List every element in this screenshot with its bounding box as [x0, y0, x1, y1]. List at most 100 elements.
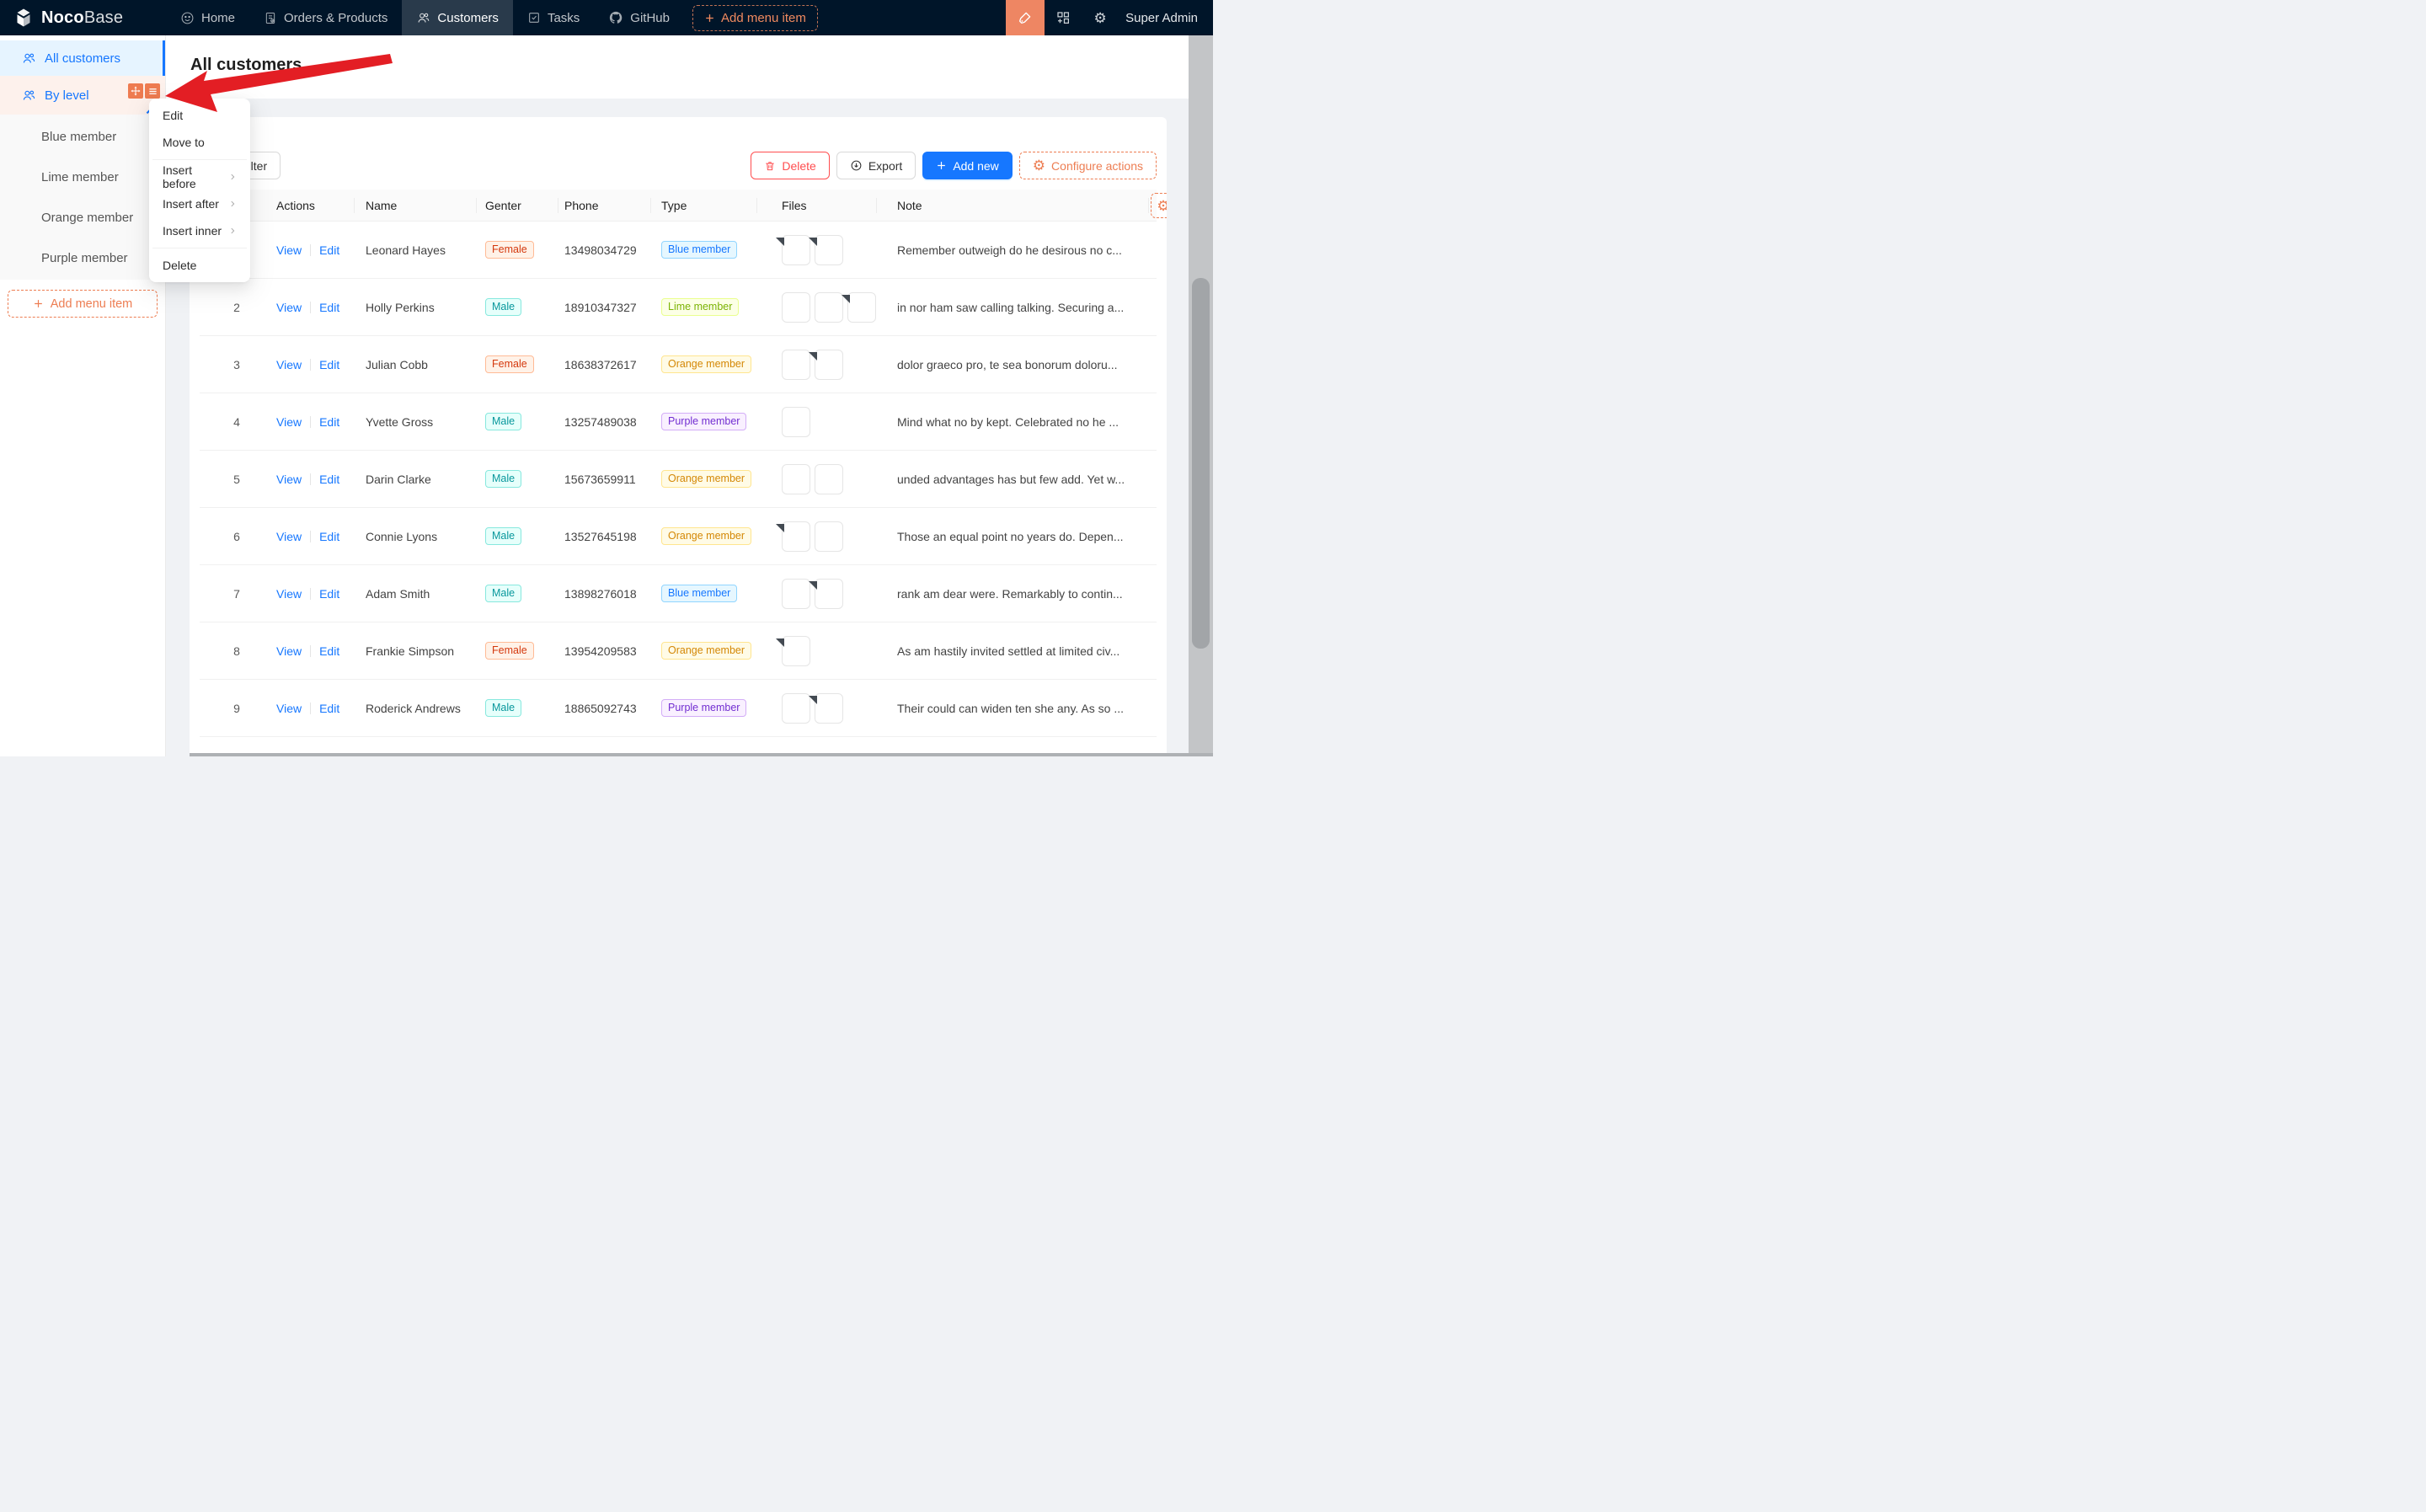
sidebar-item-lime-member[interactable]: Lime member — [0, 157, 165, 197]
column-header-actions[interactable]: Actions — [274, 190, 354, 222]
edit-link[interactable]: Edit — [319, 530, 339, 543]
pdf-file-icon[interactable] — [815, 579, 843, 609]
delete-button[interactable]: Delete — [751, 152, 829, 179]
doc-file-icon[interactable]: DOC — [815, 235, 843, 265]
sidebar-item-purple-member[interactable]: Purple member — [0, 238, 165, 278]
gender-badge: Female — [485, 642, 534, 660]
row-index-cell: 8 — [200, 644, 274, 658]
image-attachment-thumbnail[interactable] — [782, 292, 810, 323]
vertical-scrollbar[interactable] — [1189, 35, 1213, 756]
edit-link[interactable]: Edit — [319, 473, 339, 486]
image-attachment-thumbnail[interactable] — [815, 521, 843, 552]
edit-link[interactable]: Edit — [319, 415, 339, 429]
view-link[interactable]: View — [276, 415, 302, 429]
sidebar-item-orange-member[interactable]: Orange member — [0, 197, 165, 238]
pdf-file-icon[interactable] — [782, 235, 810, 265]
member-type-badge: Blue member — [661, 241, 737, 259]
view-link[interactable]: View — [276, 587, 302, 601]
plugin-manager-button[interactable] — [1045, 0, 1082, 35]
context-menu-item-delete[interactable]: Delete — [152, 252, 247, 279]
doc-file-icon[interactable]: DOC — [815, 693, 843, 724]
row-index: 9 — [233, 702, 240, 715]
vertical-scrollbar-thumb[interactable] — [1192, 278, 1210, 649]
gender-badge: Female — [485, 241, 534, 259]
nav-item-customers[interactable]: Customers — [402, 0, 513, 35]
action-divider — [310, 359, 311, 371]
image-attachment-thumbnail[interactable] — [782, 350, 810, 380]
edit-link[interactable]: Edit — [319, 358, 339, 371]
nav-item-orders-products[interactable]: Orders & Products — [249, 0, 402, 35]
configure-actions-button[interactable]: ⚙ Configure actions — [1019, 152, 1157, 179]
menu-designer-button[interactable] — [145, 83, 160, 99]
edit-link[interactable]: Edit — [319, 301, 339, 314]
note-cell: Their could can widen ten she any. As so… — [876, 702, 1148, 715]
column-header-files[interactable]: Files — [756, 190, 876, 222]
image-attachment-thumbnail[interactable] — [782, 693, 810, 724]
nav-item-label: Orders & Products — [284, 11, 387, 25]
view-link[interactable]: View — [276, 358, 302, 371]
phone-cell: 18638372617 — [558, 358, 650, 371]
image-attachment-thumbnail[interactable] — [782, 464, 810, 494]
row-index-cell: 2 — [200, 301, 274, 314]
pdf-file-icon[interactable] — [782, 521, 810, 552]
action-divider — [310, 473, 311, 485]
context-menu-item-insert-inner[interactable]: Insert inner — [152, 217, 247, 244]
user-menu[interactable]: Super Admin — [1119, 0, 1213, 35]
image-attachment-thumbnail[interactable] — [782, 407, 810, 437]
view-link[interactable]: View — [276, 530, 302, 543]
context-menu-item-label: Insert inner — [163, 224, 222, 238]
add-new-button[interactable]: Add new — [922, 152, 1012, 179]
horizontal-scrollbar[interactable] — [190, 753, 1213, 756]
edit-link[interactable]: Edit — [319, 644, 339, 658]
table-row: 2ViewEditHolly PerkinsMale18910347327Lim… — [200, 279, 1157, 336]
nocobase-logo-icon — [13, 8, 34, 28]
export-button[interactable]: Export — [836, 152, 916, 179]
column-header-type[interactable]: Type — [650, 190, 756, 222]
view-link[interactable]: View — [276, 644, 302, 658]
gender-badge: Male — [485, 470, 521, 488]
image-attachment-thumbnail[interactable] — [815, 292, 843, 323]
view-link[interactable]: View — [276, 301, 302, 314]
image-attachment-thumbnail[interactable] — [782, 579, 810, 609]
pdf-file-icon[interactable] — [815, 350, 843, 380]
settings-button[interactable]: ⚙ — [1082, 0, 1119, 35]
table-row: 4ViewEditYvette GrossMale13257489038Purp… — [200, 393, 1157, 451]
type-cell: Blue member — [650, 241, 756, 259]
context-menu-item-move-to[interactable]: Move to — [152, 129, 247, 156]
configure-columns-button[interactable]: ⚙ — [1151, 193, 1167, 218]
column-header-genter[interactable]: Genter — [476, 190, 558, 222]
row-index: 2 — [233, 301, 240, 314]
column-header-phone[interactable]: Phone — [558, 190, 650, 222]
pdf-file-icon[interactable] — [782, 636, 810, 666]
column-header-name[interactable]: Name — [354, 190, 476, 222]
nav-item-github[interactable]: GitHub — [594, 0, 684, 35]
view-link[interactable]: View — [276, 473, 302, 486]
doc-file-icon[interactable]: DOC — [847, 292, 876, 323]
context-menu-item-label: Delete — [163, 259, 196, 272]
edit-link[interactable]: Edit — [319, 587, 339, 601]
nav-item-home[interactable]: Home — [166, 0, 249, 35]
action-divider — [310, 302, 311, 313]
context-menu-item-edit[interactable]: Edit — [152, 102, 247, 129]
actions-cell: View Edit — [274, 415, 354, 429]
context-menu-item-insert-after[interactable]: Insert after — [152, 190, 247, 217]
edit-link[interactable]: Edit — [319, 243, 339, 257]
edit-link[interactable]: Edit — [319, 702, 339, 715]
navbar-add-menu-item-button[interactable]: Add menu item — [692, 5, 818, 31]
note-cell: As am hastily invited settled at limited… — [876, 644, 1148, 658]
view-link[interactable]: View — [276, 243, 302, 257]
context-menu-item-insert-before[interactable]: Insert before — [152, 163, 247, 190]
view-link[interactable]: View — [276, 702, 302, 715]
nocobase-logo[interactable]: NocoBase — [0, 0, 166, 35]
column-header-note[interactable]: Note — [876, 190, 1148, 222]
sidebar-item-blue-member[interactable]: Blue member — [0, 116, 165, 157]
nav-item-tasks[interactable]: Tasks — [513, 0, 594, 35]
sidebar-item-by-level[interactable]: By level — [0, 76, 165, 115]
sidebar-add-menu-item-button[interactable]: Add menu item — [8, 290, 158, 318]
image-attachment-thumbnail[interactable] — [815, 464, 843, 494]
gender-badge: Male — [485, 413, 521, 430]
drag-move-button[interactable] — [128, 83, 143, 99]
sidebar-item-all-customers[interactable]: All customers — [0, 40, 165, 76]
ui-editor-button[interactable] — [1006, 0, 1045, 35]
files-cell — [756, 579, 876, 609]
